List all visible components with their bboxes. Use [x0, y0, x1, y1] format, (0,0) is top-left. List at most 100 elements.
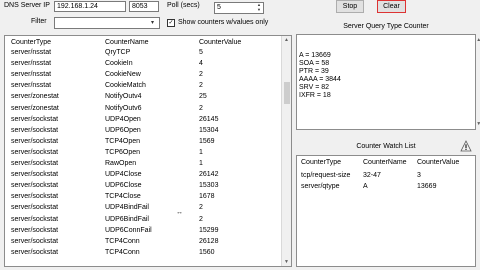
table-row[interactable]: server/sockstat TCP4Conn 1560	[5, 248, 291, 258]
cell-countervalue: 15304	[199, 126, 219, 134]
cell-countertype: server/nsstat	[11, 71, 52, 79]
cell-countervalue: 5	[199, 49, 203, 56]
cell-countervalue: 25	[199, 93, 207, 101]
chevron-down-icon[interactable]: ▾	[151, 19, 154, 26]
watch-list[interactable]: CounterType CounterName CounterValue tcp…	[296, 155, 476, 267]
cell-countervalue: 1	[199, 160, 203, 167]
cell-countertype: server/sockstat	[11, 226, 59, 234]
counter-list-header[interactable]: CounterType CounterName CounterValue	[5, 38, 291, 48]
cell-countervalue: 26142	[199, 171, 219, 179]
table-row[interactable]: server/sockstat UDP4BindFail 2	[5, 203, 291, 213]
spinner-arrows-icon[interactable]: ▲ ▼	[255, 2, 263, 13]
table-row[interactable]: server/nsstat CookieMatch 2	[5, 81, 291, 91]
cell-countervalue: 2	[199, 82, 203, 90]
warning-icon[interactable]	[460, 140, 472, 152]
cell-countername: UDP6Open	[105, 126, 141, 134]
cell-countername: TCP4Conn	[105, 248, 140, 256]
cell-countername: NotifyOutv6	[105, 104, 142, 112]
table-row[interactable]: server/sockstat UDP6Open 15304	[5, 126, 291, 136]
query-type-line: AAAA = 3844	[299, 76, 341, 83]
cell-countername: CookieMatch	[105, 82, 146, 90]
scroll-down-arrow-icon[interactable]: ▼	[475, 120, 480, 128]
table-row[interactable]: server/nsstat CookieNew 2	[5, 70, 291, 80]
stop-button[interactable]: Stop	[336, 0, 364, 13]
cell-countertype: server/nsstat	[11, 82, 52, 90]
table-row[interactable]: server/zonestat NotifyOutv6 2	[5, 104, 291, 114]
query-type-box[interactable]: A = 13669 SOA = 58 PTR = 39 AAAA = 3844 SRV …	[296, 34, 480, 130]
scroll-up-arrow-icon[interactable]: ▲	[475, 36, 480, 44]
query-type-line: SOA = 58	[299, 60, 330, 67]
table-row[interactable]: server/sockstat TCP4Open 1569	[5, 137, 291, 147]
cell-countername: UDP4Close	[105, 171, 142, 179]
cell-countervalue: 1560	[199, 248, 215, 256]
column-header-countertype[interactable]: CounterType	[11, 38, 101, 48]
watch-column-header-countertype[interactable]: CounterType	[301, 158, 361, 168]
query-type-line: A = 13669	[299, 52, 331, 59]
column-header-countervalue[interactable]: CounterValue	[199, 38, 269, 48]
counter-list-scrollbar[interactable]: ▲ ▼	[281, 36, 291, 266]
cell-countervalue: 2	[199, 71, 203, 79]
cell-countertype: server/sockstat	[11, 237, 59, 245]
port-input[interactable]: 8053	[129, 1, 159, 12]
cell-countername: QryTCP	[105, 49, 131, 56]
scrollbar-thumb[interactable]	[284, 82, 290, 104]
watch-cell-countername: A	[363, 183, 368, 190]
table-row[interactable]: server/sockstat UDP4Open 26145	[5, 115, 291, 125]
cell-countertype: server/sockstat	[11, 171, 59, 179]
cell-countertype: server/sockstat	[11, 182, 59, 190]
query-type-line: IXFR = 18	[299, 92, 331, 99]
query-type-line: SRV = 82	[299, 84, 330, 91]
cell-countervalue: 2	[199, 204, 203, 212]
cell-countername: UDP4Open	[105, 115, 141, 123]
watch-list-header[interactable]: CounterType CounterName CounterValue	[297, 158, 475, 168]
cell-countertype: server/sockstat	[11, 204, 59, 212]
table-row[interactable]: server/sockstat UDP6ConnFail 15299	[5, 226, 291, 236]
cell-countervalue: 26145	[199, 115, 219, 123]
table-row[interactable]: server/sockstat UDP4Close 26142	[5, 170, 291, 180]
filter-label: Filter	[31, 18, 47, 25]
cell-countername: UDP6ConnFail	[105, 226, 152, 234]
table-row[interactable]: server/nsstat CookieIn 4	[5, 59, 291, 69]
scroll-down-arrow-icon[interactable]: ▼	[282, 259, 291, 265]
cell-countertype: server/sockstat	[11, 160, 59, 167]
cell-countername: UDP6Close	[105, 182, 142, 190]
cell-countername: TCP4Open	[105, 137, 141, 145]
table-row[interactable]: server/sockstat UDP6BindFail 2	[5, 215, 291, 225]
query-type-title: Server Query Type Counter	[343, 23, 429, 30]
cell-countertype: server/zonestat	[11, 93, 59, 101]
cell-countervalue: 4	[199, 60, 203, 68]
cell-countertype: server/sockstat	[11, 137, 59, 145]
table-row[interactable]: server/sockstat TCP4Conn 26128	[5, 237, 291, 247]
query-type-scrollbar[interactable]: ▲ ▼	[467, 35, 480, 129]
watch-column-header-countervalue[interactable]: CounterValue	[417, 158, 475, 168]
checkbox-checked-icon[interactable]: ✓	[167, 19, 175, 27]
scroll-up-arrow-icon[interactable]: ▲	[282, 37, 291, 43]
table-row[interactable]: server/sockstat TCP6Open 1	[5, 148, 291, 158]
column-header-countername[interactable]: CounterName	[105, 38, 195, 48]
query-type-lines: A = 13669 SOA = 58 PTR = 39 AAAA = 3844 SRV …	[299, 52, 473, 100]
dns-server-input[interactable]: 192.168.1.24	[54, 1, 126, 12]
filter-dropdown[interactable]	[54, 17, 160, 29]
cell-countername: CookieIn	[105, 60, 133, 68]
show-counters-label[interactable]: Show counters w/values only	[178, 19, 268, 26]
clear-button[interactable]: Clear	[377, 0, 406, 13]
table-row[interactable]: server/sockstat TCP4Close 1678	[5, 192, 291, 202]
poll-label: Poll (secs)	[167, 2, 200, 9]
table-row[interactable]: server/sockstat RawOpen 1	[5, 159, 291, 169]
watch-cell-countername: 32-47	[363, 172, 381, 179]
counter-list[interactable]: CounterType CounterName CounterValue ser…	[4, 35, 292, 267]
cell-countername: TCP4Conn	[105, 237, 140, 245]
table-row[interactable]: server/nsstat QryTCP 5	[5, 48, 291, 58]
dns-server-label: DNS Server IP	[4, 2, 50, 9]
watch-list-row[interactable]: tcp/request-size 32-47 3	[297, 171, 475, 181]
cell-countervalue: 1	[199, 148, 203, 156]
cell-countervalue: 26128	[199, 237, 219, 245]
cell-countertype: server/sockstat	[11, 126, 59, 134]
watch-list-row[interactable]: server/qtype A 13669	[297, 182, 475, 192]
cell-countername: TCP4Close	[105, 193, 141, 201]
watch-column-header-countername[interactable]: CounterName	[363, 158, 417, 168]
watch-cell-countervalue: 3	[417, 172, 421, 179]
cell-countervalue: 15299	[199, 226, 219, 234]
table-row[interactable]: server/zonestat NotifyOutv4 25	[5, 92, 291, 102]
table-row[interactable]: server/sockstat UDP6Close 15303	[5, 181, 291, 191]
